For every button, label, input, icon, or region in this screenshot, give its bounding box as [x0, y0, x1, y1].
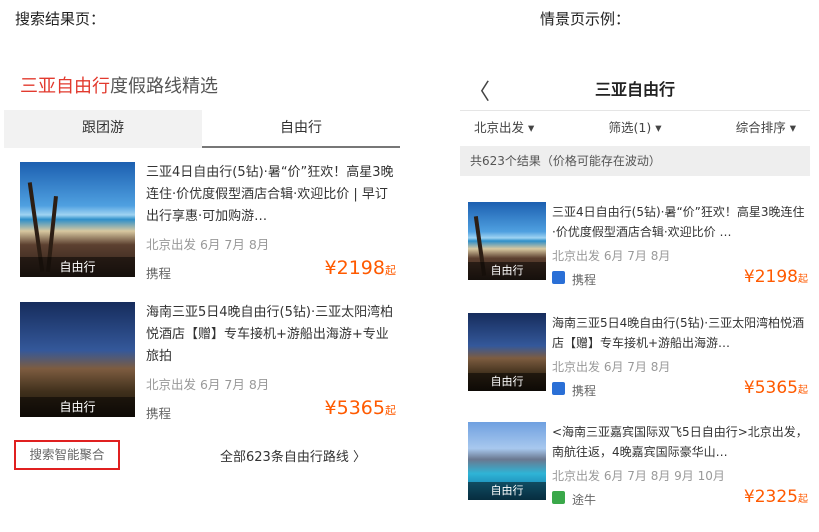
hotel-thumbnail[interactable]: 自由行 [20, 302, 135, 417]
result-count: 共623个结果（价格可能存在波动） [460, 146, 810, 176]
list-item[interactable]: 自由行 海南三亚5日4晚自由行(5钻)·三亚太阳湾柏悦酒店【赠】专车接机+游船出… [20, 302, 396, 427]
thumbnail-badge: 自由行 [468, 262, 546, 280]
sort-dropdown[interactable]: 综合排序 ▾ [736, 111, 796, 144]
item-price: ¥5365起 [324, 397, 396, 419]
aggregate-title[interactable]: 三亚自由行度假路线精选 [20, 72, 218, 98]
item-departure: 北京出发 6月 7月 8月 [146, 237, 270, 252]
aggregate-title-keyword: 三亚自由行 [20, 76, 110, 97]
caption-scene-page: 情景页示例： [540, 10, 631, 28]
list-item[interactable]: 自由行 海南三亚5日4晚自由行(5钻)·三亚太阳湾柏悦酒店【赠】专车接机+游船出… [468, 313, 808, 413]
list-item[interactable]: 自由行 <海南三亚嘉宾国际双飞5日自由行>北京出发，南航往返，4晚嘉宾国际豪华山… [468, 422, 808, 522]
item-departure: 北京出发 6月 7月 8月 [552, 249, 671, 263]
item-vendor: 携程 [572, 384, 597, 398]
tab-bar: 跟团游 自由行 [4, 110, 400, 148]
item-vendor: 携程 [572, 273, 597, 287]
thumbnail-badge: 自由行 [20, 397, 135, 417]
ctrip-logo-icon [552, 271, 565, 284]
item-title[interactable]: 三亚4日自由行(5钻)·暑“价”狂欢！高星3晚连住·价优度假型酒店合辑·欢迎比价… [552, 202, 808, 242]
filter-options-dropdown[interactable]: 筛选(1) ▾ [609, 111, 662, 144]
item-price: ¥2198起 [324, 257, 396, 279]
item-departure: 北京出发 6月 7月 8月 [552, 360, 671, 374]
item-vendor: 途牛 [572, 493, 597, 507]
thumbnail-badge: 自由行 [468, 482, 546, 500]
tab-group-tour[interactable]: 跟团游 [4, 110, 202, 148]
list-item[interactable]: 自由行 三亚4日自由行(5钻)·暑“价”狂欢！高星3晚连住·价优度假型酒店合辑·… [468, 202, 808, 302]
chevron-right-icon: 〉 [352, 450, 366, 465]
item-departure: 北京出发 6月 7月 8月 [146, 377, 270, 392]
beach-thumbnail[interactable]: 自由行 [20, 162, 135, 277]
tab-free-travel[interactable]: 自由行 [202, 110, 400, 148]
thumbnail-badge: 自由行 [468, 373, 546, 391]
scene-page-panel: 〈 三亚自由行 北京出发 ▾ 筛选(1) ▾ 综合排序 ▾ 共623个结果（价格… [460, 60, 810, 530]
item-price: ¥5365起 [743, 378, 808, 398]
aggregate-title-suffix: 度假路线精选 [110, 76, 218, 97]
thumbnail-badge: 自由行 [20, 257, 135, 277]
item-vendor: 携程 [146, 266, 172, 281]
filter-bar: 北京出发 ▾ 筛选(1) ▾ 综合排序 ▾ [460, 110, 810, 144]
smart-aggregate-label: 搜索智能聚合 [14, 440, 120, 470]
item-title[interactable]: 海南三亚5日4晚自由行(5钻)·三亚太阳湾柏悦酒店【赠】专车接机+游船出海游… [552, 313, 808, 353]
item-price: ¥2325起 [743, 487, 808, 507]
hotel-thumbnail[interactable]: 自由行 [468, 313, 546, 391]
pool-resort-thumbnail[interactable]: 自由行 [468, 422, 546, 500]
item-title[interactable]: 海南三亚5日4晚自由行(5钻)·三亚太阳湾柏悦酒店【赠】专车接机+游船出海游+专… [146, 302, 396, 368]
list-item[interactable]: 自由行 三亚4日自由行(5钻)·暑“价”狂欢！高星3晚连住·价优度假型酒店合辑·… [20, 162, 396, 287]
item-vendor: 携程 [146, 406, 172, 421]
filter-departure-dropdown[interactable]: 北京出发 ▾ [474, 111, 534, 144]
all-routes-link[interactable]: 全部623条自由行路线 〉 [220, 446, 366, 465]
search-result-panel: 三亚自由行度假路线精选 跟团游 自由行 自由行 三亚4日自由行(5钻)·暑“价”… [4, 60, 400, 530]
all-routes-label: 全部623条自由行路线 [220, 450, 349, 465]
ctrip-logo-icon [552, 382, 565, 395]
item-title[interactable]: 三亚4日自由行(5钻)·暑“价”狂欢！高星3晚连住·价优度假型酒店合辑·欢迎比价… [146, 162, 396, 228]
beach-thumbnail[interactable]: 自由行 [468, 202, 546, 280]
page-title: 三亚自由行 [594, 80, 675, 99]
tuniu-logo-icon [552, 491, 565, 504]
item-price: ¥2198起 [743, 267, 808, 287]
item-title[interactable]: <海南三亚嘉宾国际双飞5日自由行>北京出发，南航往返，4晚嘉宾国际豪华山… [552, 422, 808, 462]
item-departure: 北京出发 6月 7月 8月 9月 10月 [552, 469, 725, 483]
caption-search-results: 搜索结果页： [15, 10, 106, 28]
